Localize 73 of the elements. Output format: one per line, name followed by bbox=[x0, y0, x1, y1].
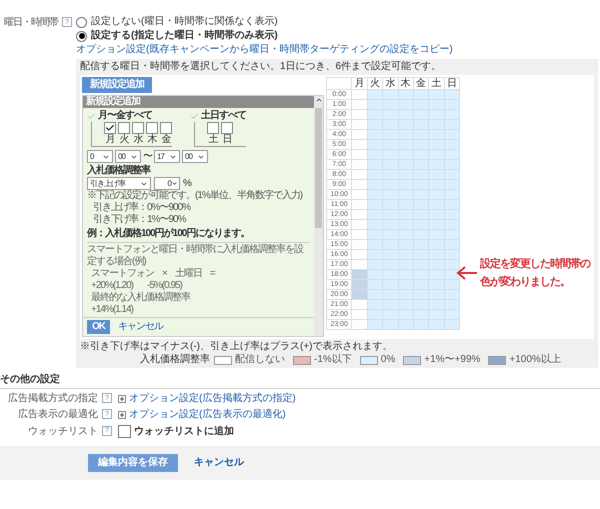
legend-title: 入札価格調整率 bbox=[140, 354, 210, 366]
field-label: 広告表示の最適化 bbox=[18, 409, 98, 421]
radio-button[interactable] bbox=[76, 16, 87, 28]
example-term: スマートフォン bbox=[91, 268, 154, 280]
checkbox[interactable] bbox=[160, 122, 172, 134]
checkbox[interactable] bbox=[118, 425, 131, 438]
final-rate-value: +14%(1.14) bbox=[90, 304, 134, 316]
day-label: 土 bbox=[208, 134, 218, 145]
group-label[interactable]: 月〜金すべて bbox=[98, 110, 152, 122]
day-label: 日 bbox=[222, 134, 232, 145]
legend-label: +100%以上 bbox=[509, 354, 561, 366]
example-term: × bbox=[162, 268, 167, 280]
editor-title: 新規設定追加 bbox=[83, 96, 314, 108]
unit-label: % bbox=[183, 178, 191, 190]
note-text: 引き下げ率：1%〜90% bbox=[92, 214, 187, 226]
note-text: ※下記の設定が可能です。(1%単位、半角数字で入力) bbox=[87, 190, 304, 202]
cancel-link[interactable]: キャンセル bbox=[194, 457, 244, 469]
day-label: 金 bbox=[162, 134, 170, 145]
dropdown[interactable]: 00 bbox=[115, 150, 141, 163]
example-term: 土曜日 bbox=[174, 268, 202, 280]
annotation-text: 色が変わりました。 bbox=[480, 274, 571, 290]
dropdown[interactable]: 引き上げ率 bbox=[87, 177, 151, 190]
checkbox[interactable] bbox=[104, 122, 116, 134]
checkbox[interactable] bbox=[146, 122, 158, 134]
option-link[interactable]: オプション設定(広告表示の最適化) bbox=[129, 409, 286, 421]
rate-input[interactable]: 0 bbox=[154, 177, 180, 190]
legend-label: -1%以下 bbox=[314, 354, 352, 366]
example-value: -5%(0.95) bbox=[146, 280, 182, 292]
legend-label: 0% bbox=[380, 354, 396, 366]
section-heading: その他の設定 bbox=[0, 374, 60, 385]
section-title: 入札価格調整率 bbox=[87, 165, 152, 177]
check-icon bbox=[87, 112, 96, 120]
left-arrow-icon bbox=[456, 266, 478, 280]
cancel-link[interactable]: キャンセル bbox=[118, 321, 163, 333]
dropdown[interactable]: 00 bbox=[182, 150, 208, 163]
field-label: ウォッチリスト bbox=[28, 426, 98, 438]
example-text: 例：入札価格100円が100円になります。 bbox=[87, 226, 250, 240]
day-label: 月 bbox=[106, 134, 114, 145]
note-text: 引き上げ率：0%〜900% bbox=[92, 202, 192, 214]
check-icon bbox=[190, 112, 199, 120]
radio-label: 設定する(指定した曜日・時間帯のみ表示) bbox=[91, 30, 278, 42]
expand-icon[interactable] bbox=[118, 411, 126, 419]
checkbox-label: ウォッチリストに追加 bbox=[134, 426, 234, 438]
example-term: = bbox=[210, 268, 215, 280]
day-label: 火 bbox=[120, 134, 128, 145]
scroll-up-icon bbox=[314, 96, 322, 104]
checkbox[interactable] bbox=[221, 122, 233, 134]
legend-label: 配信しない bbox=[235, 354, 285, 366]
checkbox[interactable] bbox=[207, 122, 219, 134]
instruction-text: 配信する曜日・時間帯を選択してください。1日につき、6件まで設定可能です。 bbox=[80, 61, 442, 73]
checkbox[interactable] bbox=[118, 122, 130, 134]
group-label[interactable]: 土日すべて bbox=[201, 110, 246, 122]
expand-icon[interactable] bbox=[118, 395, 126, 403]
field-label: 曜日・時間帯 bbox=[4, 17, 58, 30]
annotation-text: 設定を変更した時間帯の bbox=[480, 256, 592, 272]
spinner-icon bbox=[171, 180, 178, 187]
dropdown[interactable]: 17 bbox=[154, 150, 180, 163]
day-label: 水 bbox=[134, 134, 142, 145]
note-text: ※引き下げ率はマイナス(-)、引き上げ率はプラス(+)で表示されます。 bbox=[80, 340, 394, 353]
radio-button[interactable] bbox=[76, 30, 87, 42]
checkbox[interactable] bbox=[132, 122, 144, 134]
option-link[interactable]: オプション設定(広告掲載方式の指定) bbox=[129, 393, 296, 405]
final-rate-title: 最終的な入札価格調整率 bbox=[90, 292, 192, 304]
radio-label: 設定しない(曜日・時間帯に関係なく表示) bbox=[91, 16, 278, 28]
copy-settings-link[interactable]: オプション設定(既存キャンペーンから曜日・時間帯ターゲティングの設定をコピー) bbox=[76, 44, 453, 56]
legend-label: +1%〜+99% bbox=[424, 354, 480, 366]
dropdown[interactable]: 0 bbox=[87, 150, 113, 163]
range-separator: 〜 bbox=[143, 150, 152, 162]
day-label: 木 bbox=[148, 134, 156, 145]
field-label: 広告掲載方式の指定 bbox=[8, 393, 98, 405]
example-value: +20%(1.20) bbox=[91, 280, 133, 292]
example-title: スマートフォンと曜日・時間帯に入札価格調整率を設定する場合(例) bbox=[87, 244, 304, 268]
scrollbar[interactable] bbox=[314, 96, 323, 336]
